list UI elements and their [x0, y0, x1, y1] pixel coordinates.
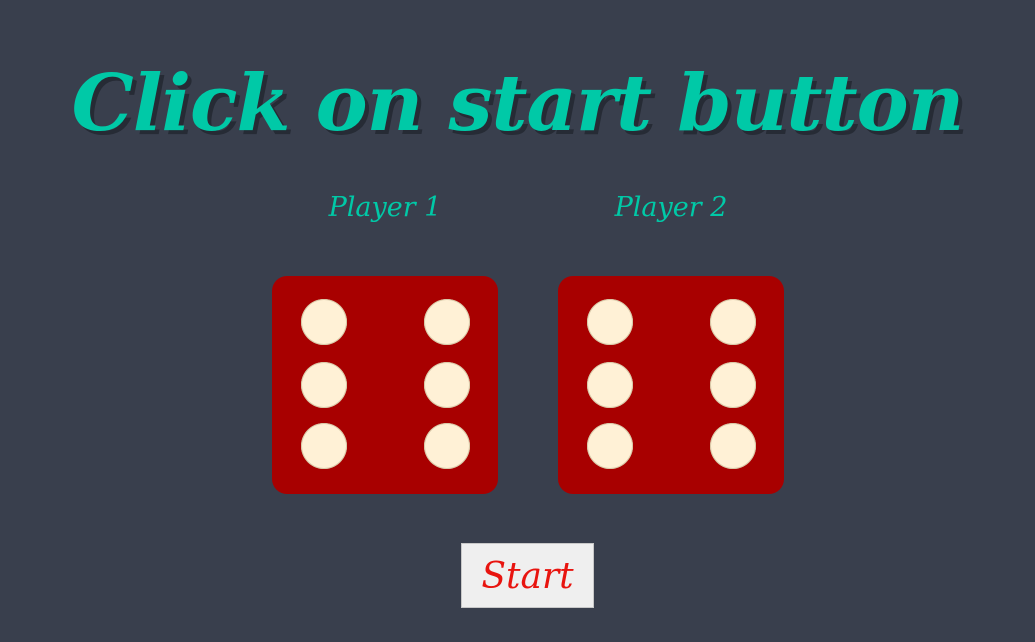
die-pip — [424, 423, 470, 469]
die-pip — [424, 362, 470, 408]
player-2-panel: Player 2 — [558, 192, 784, 494]
die-pip — [301, 299, 347, 345]
die-pip — [710, 299, 756, 345]
player-2-label: Player 2 — [614, 192, 728, 223]
die-pip — [587, 362, 633, 408]
player-1-panel: Player 1 — [272, 192, 498, 494]
die-pip — [424, 299, 470, 345]
die-pip — [587, 423, 633, 469]
die-pip — [301, 423, 347, 469]
die-pip — [710, 362, 756, 408]
page-title: Click on start button — [71, 58, 965, 150]
player-1-die — [272, 276, 498, 494]
start-button[interactable]: Start — [461, 543, 594, 608]
die-pip — [301, 362, 347, 408]
player-1-label: Player 1 — [328, 192, 442, 223]
player-2-die — [558, 276, 784, 494]
die-pip — [587, 299, 633, 345]
die-pip — [710, 423, 756, 469]
